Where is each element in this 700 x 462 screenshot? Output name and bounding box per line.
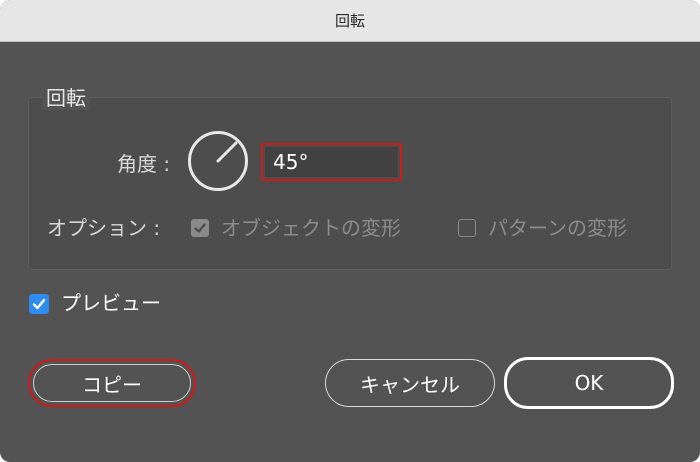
check-icon (194, 223, 206, 233)
transform-objects-checkbox[interactable] (191, 219, 209, 237)
check-icon (32, 298, 46, 310)
angle-dial-icon[interactable] (188, 131, 248, 191)
angle-label: 角度 : (117, 152, 171, 176)
cancel-button-label: キャンセル (360, 372, 460, 397)
cancel-button[interactable]: キャンセル (325, 359, 495, 407)
preview-label: プレビュー (61, 291, 161, 315)
transform-objects-label: オブジェクトの変形 (221, 216, 401, 240)
copy-button[interactable]: コピー (28, 359, 196, 407)
dialog-title: 回転 (334, 12, 365, 30)
options-label: オプション : (47, 216, 161, 240)
preview-checkbox[interactable] (29, 294, 49, 314)
ok-button[interactable]: OK (504, 357, 674, 409)
angle-input-highlight (261, 143, 402, 181)
ok-button-label: OK (574, 371, 604, 395)
rotate-group-legend: 回転 (42, 86, 90, 110)
dialog-titlebar: 回転 (0, 0, 700, 42)
rotate-dialog: 回転 回転 角度 : オプション : オブジェクトの変形 パターンの変形 プレビ… (0, 0, 700, 462)
copy-button-label: コピー (82, 372, 142, 397)
rotate-group-box (28, 97, 672, 270)
transform-patterns-checkbox[interactable] (458, 219, 476, 237)
transform-patterns-label: パターンの変形 (488, 216, 627, 240)
angle-input[interactable] (265, 147, 398, 177)
